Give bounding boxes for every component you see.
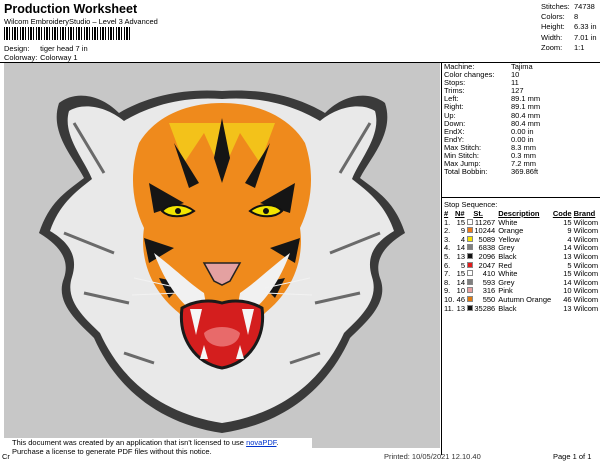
swatch-square [467,227,473,234]
stat-value: 7.01 in [574,32,597,42]
worksheet-title: Production Worksheet [4,2,138,16]
swatch-column-header [465,210,473,219]
color-swatch [465,278,473,288]
info-value: 369.86ft [511,167,539,177]
colorway-value: Colorway 1 [40,53,78,62]
stat-value: 8 [574,12,579,22]
license-notice: This document was created by an applicat… [2,438,312,462]
stat-row: Height: 6.33 in [541,22,597,32]
stat-value: 74738 [574,2,595,11]
color-swatch [465,218,473,228]
stat-row: Stitches: 74738 [541,2,597,12]
color-swatch [465,252,473,262]
design-value: tiger head 7 in [40,44,88,53]
stat-label: Zoom: [541,42,563,52]
needle-number: 13 [456,303,465,313]
color-code: 13 [563,303,572,313]
swatch-square [467,270,473,277]
tiger-embroidery-image [39,90,405,433]
stat-label: Width: [541,32,563,42]
swatch-square [467,278,473,285]
left-pupil [175,208,181,214]
notice-text-end: . [276,438,279,447]
swatch-square [467,261,473,268]
stat-row: Width: 7.01 in [541,33,597,43]
design-row: Design: tiger head 7 in [4,44,88,53]
swatch-square [467,252,473,259]
color-swatch [465,270,473,279]
stop-sequence-heading: Stop Sequence: [444,200,498,209]
stitch-count: 35286 [474,303,496,313]
column-divider [441,63,442,455]
info-divider [442,197,600,198]
row-index: 11. [444,303,454,313]
stat-row: Colors: 8 [541,12,597,22]
right-pupil [263,208,269,214]
page-number: Page 1 of 1 [553,452,592,461]
notice-line-1: This document was created by an applicat… [12,438,312,447]
design-preview [4,63,440,448]
swatch-square [467,287,473,294]
table-row: 11. 13 35286 Black 13 Wilcom [444,303,600,314]
color-swatch [465,287,473,296]
info-row: Total Bobbin: 369.86ft [444,168,540,176]
swatch-square [467,235,473,242]
color-swatch [465,304,473,314]
info-label: Total Bobbin: [444,167,488,177]
novapdf-link[interactable]: novaPDF [246,438,276,447]
stat-row: Zoom: 1:1 [541,43,597,53]
software-subtitle: Wilcom EmbroideryStudio – Level 3 Advanc… [4,17,158,26]
color-swatch [465,261,473,271]
stop-sequence-table: # N# St. Description Code Brand 1. 15 1126… [444,209,600,314]
color-swatch [465,244,473,253]
notice-line-2: Purchase a license to generate PDF files… [12,447,212,456]
swatch-square [467,244,473,251]
color-swatch [465,295,473,305]
color-swatch [465,235,473,245]
design-label: Design: [4,44,30,53]
stat-label: Height: [541,22,565,32]
swatch-square [467,218,473,225]
barcode [4,27,132,40]
footer-cr: Cr [2,452,10,461]
machine-info: Machine: Tajima Color changes: 10 Stops: 11… [444,62,540,176]
summary-stats: Stitches: 74738 Colors: 8 Height: 6.33 in W… [541,2,597,53]
colorway-row: Colorway: Colorway 1 [4,53,78,62]
notice-text: This document was created by an applicat… [12,438,247,447]
stat-value: 1:1 [574,42,585,52]
color-swatch [465,227,473,236]
stat-label: Colors: [541,12,565,22]
swatch-square [467,295,473,302]
swatch-square [467,304,473,311]
color-description: Black [498,303,517,313]
colorway-label: Colorway: [4,53,38,62]
thread-brand: Wilcom [573,303,599,313]
stop-table-body: 1. 15 11267 White 15 Wilcom 2. 9 10244 Orange 9 Wil… [444,218,600,314]
stat-label: Stitches: [541,2,570,11]
printed-date: Printed: 10/05/2021 12.10.40 [384,452,481,461]
stat-value: 6.33 in [574,22,597,32]
